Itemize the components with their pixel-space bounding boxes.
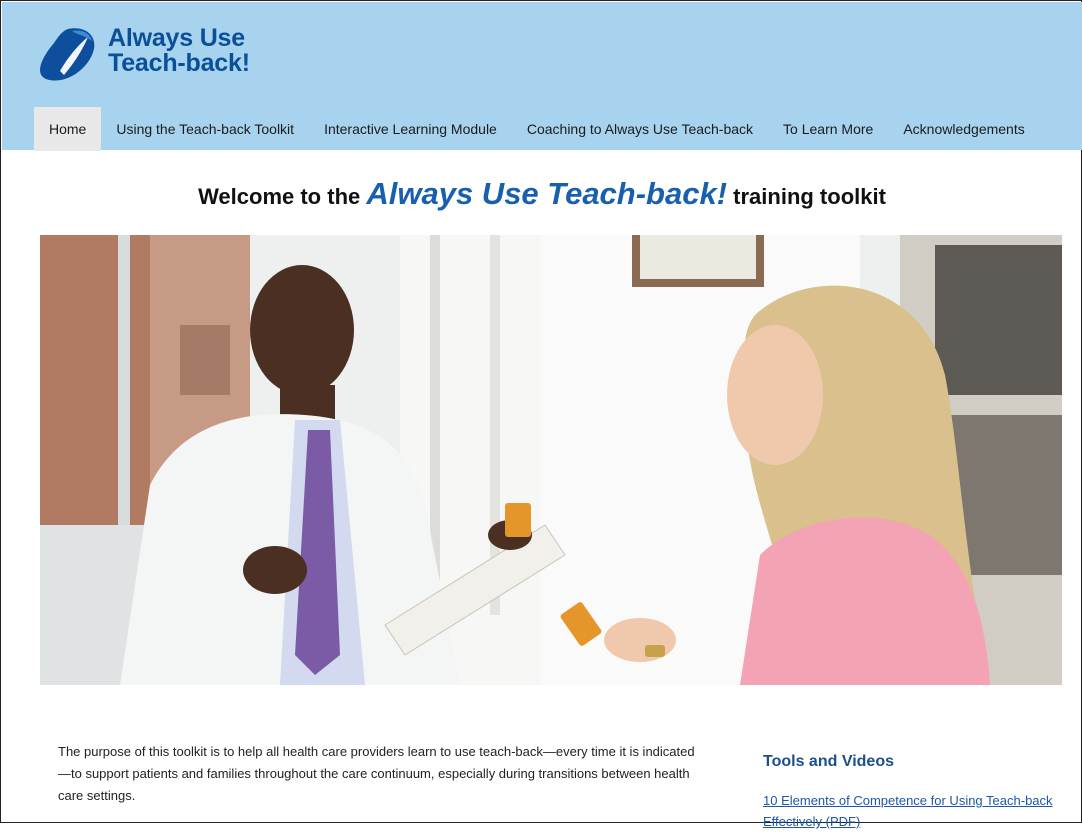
hero-photo: [40, 235, 1062, 685]
nav-item-coaching[interactable]: Coaching to Always Use Teach-back: [512, 107, 768, 151]
nav-item-learn-more[interactable]: To Learn More: [768, 107, 888, 151]
nav-item-home[interactable]: Home: [34, 107, 102, 151]
title-suffix: training toolkit: [727, 184, 886, 209]
logo-line-1: Always Use: [108, 24, 245, 52]
main-nav: Home Using the Teach-back Toolkit Intera…: [34, 107, 1040, 151]
intro-paragraph: The purpose of this toolkit is to help a…: [58, 744, 695, 803]
doctor-patient-photo-illustration: [40, 235, 1062, 685]
logo-line-2: Teach-back!: [108, 49, 250, 77]
title-brand: Always Use Teach-back!: [366, 176, 728, 211]
title-prefix: Welcome to the: [198, 184, 367, 209]
teach-back-logo-icon[interactable]: [38, 27, 102, 83]
nav-item-using-toolkit[interactable]: Using the Teach-back Toolkit: [101, 107, 309, 151]
page-title: Welcome to the Always Use Teach-back! tr…: [1, 176, 1082, 212]
nav-item-acknowledgements[interactable]: Acknowledgements: [888, 107, 1039, 151]
tools-and-videos-heading: Tools and Videos: [763, 753, 894, 770]
nav-item-learning-module[interactable]: Interactive Learning Module: [309, 107, 512, 151]
site-logo-text[interactable]: Always Use Teach-back!: [108, 26, 250, 76]
site-header: Always Use Teach-back! Home Using the Te…: [2, 2, 1082, 151]
ten-elements-link[interactable]: 10 Elements of Competence for Using Teac…: [763, 790, 1063, 832]
